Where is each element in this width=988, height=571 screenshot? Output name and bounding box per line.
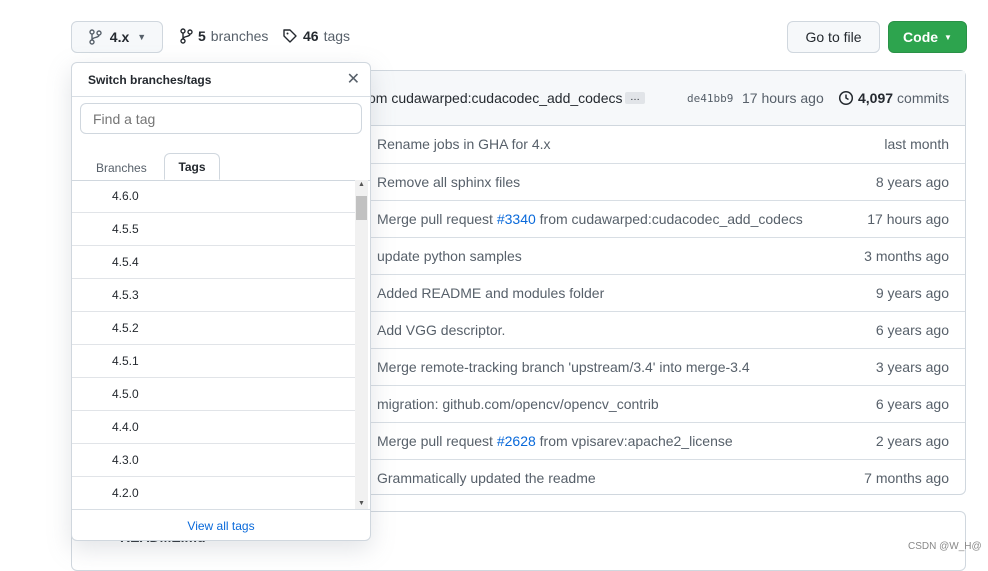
message-text: from vpisarev:apache2_license — [535, 433, 733, 449]
commit-message-link[interactable]: Merge pull request #3340 from cudawarped… — [377, 211, 803, 227]
commit-age: 6 years ago — [875, 396, 949, 412]
message-text: Grammatically updated the readme — [377, 470, 596, 486]
tag-item[interactable]: 4.3.0 — [72, 444, 355, 477]
message-text: Added README and modules folder — [377, 285, 605, 301]
tab-tags[interactable]: Tags — [164, 153, 220, 180]
message-text: Rename jobs in GHA for 4.x — [377, 136, 551, 152]
expand-commit-button[interactable]: … — [625, 92, 645, 104]
tag-item[interactable]: 4.2.0 — [72, 477, 355, 509]
branch-label: 4.x — [109, 29, 130, 45]
commit-message-link[interactable]: Merge remote-tracking branch 'upstream/3… — [377, 359, 750, 375]
tag-item[interactable]: 4.5.3 — [72, 279, 355, 312]
commit-age: 7 months ago — [864, 470, 949, 486]
code-button[interactable]: Code ▼ — [888, 21, 967, 53]
tags-link[interactable]: 46 tags — [282, 28, 350, 44]
commits-label: commits — [897, 90, 950, 106]
caret-down-icon: ▼ — [944, 32, 952, 42]
tag-item[interactable]: 4.5.0 — [72, 378, 355, 411]
branches-label: branches — [210, 28, 269, 44]
tab-branches[interactable]: Branches — [96, 161, 147, 175]
tag-item[interactable]: 4.5.5 — [72, 213, 355, 246]
commit-message-link[interactable]: Remove all sphinx files — [377, 174, 520, 190]
commit-age: 3 months ago — [864, 248, 949, 264]
code-label: Code — [903, 29, 939, 45]
message-text: Merge remote-tracking branch 'upstream/3… — [377, 359, 750, 375]
tag-item[interactable]: 4.4.0 — [72, 411, 355, 444]
commit-message[interactable]: om cudawarped:cudacodec_add_codecs — [368, 90, 623, 106]
git-branch-icon — [180, 28, 193, 44]
branch-tag-dropdown: Switch branches/tags ✕ Branches Tags 4.6… — [71, 62, 371, 541]
commit-age: 9 years ago — [875, 285, 949, 301]
message-text: Merge pull request — [377, 433, 497, 449]
git-branch-icon — [89, 29, 102, 45]
commit-message-link[interactable]: Rename jobs in GHA for 4.x — [377, 136, 551, 152]
view-all-tags-link[interactable]: View all tags — [187, 519, 254, 533]
commit-sha[interactable]: de41bb9 — [687, 92, 733, 105]
tag-item[interactable]: 4.5.4 — [72, 246, 355, 279]
pull-request-link[interactable]: #2628 — [497, 433, 536, 449]
branches-link[interactable]: 5 branches — [179, 28, 268, 44]
branches-count: 5 — [198, 28, 206, 44]
commit-age: 2 years ago — [875, 433, 949, 449]
scroll-up-arrow[interactable]: ▲ — [358, 181, 365, 188]
message-text: update python samples — [377, 248, 522, 264]
commit-age: 8 years ago — [875, 174, 949, 190]
watermark: CSDN @W_H@ — [908, 541, 982, 552]
commit-age: 6 years ago — [875, 322, 949, 338]
commits-link[interactable]: 4,097 commits — [838, 90, 949, 106]
history-icon — [838, 90, 854, 106]
caret-down-icon: ▼ — [137, 32, 147, 42]
tag-icon — [283, 29, 297, 43]
commit-message-link[interactable]: Merge pull request #2628 from vpisarev:a… — [377, 433, 733, 449]
tags-label: tags — [323, 28, 351, 44]
scrollbar-thumb[interactable] — [356, 196, 367, 220]
commit-message-link[interactable]: Added README and modules folder — [377, 285, 604, 301]
commit-age: 17 hours ago — [867, 211, 949, 227]
commit-message-link[interactable]: update python samples — [377, 248, 522, 264]
branch-select-button[interactable]: 4.x ▼ — [71, 21, 163, 53]
dropdown-title: Switch branches/tags — [88, 73, 212, 87]
commit-message-link[interactable]: migration: github.com/opencv/opencv_cont… — [377, 396, 659, 412]
commit-time: 17 hours ago — [742, 90, 824, 106]
pull-request-link[interactable]: #3340 — [497, 211, 536, 227]
message-text: Merge pull request — [377, 211, 497, 227]
tag-filter-input[interactable] — [80, 103, 362, 134]
close-icon[interactable]: ✕ — [347, 69, 360, 89]
message-text: Remove all sphinx files — [377, 174, 521, 190]
message-text: migration: github.com/opencv/opencv_cont… — [377, 396, 659, 412]
tag-item[interactable]: 4.5.1 — [72, 345, 355, 378]
commits-count: 4,097 — [858, 90, 894, 106]
commit-message-link[interactable]: Grammatically updated the readme — [377, 470, 596, 486]
go-to-file-button[interactable]: Go to file — [787, 21, 880, 53]
message-text: from cudawarped:cudacodec_add_codecs — [535, 211, 803, 227]
tags-count: 46 — [303, 28, 319, 44]
commit-message-link[interactable]: Add VGG descriptor. — [377, 322, 505, 338]
scrollbar[interactable]: ▲ ▼ — [355, 180, 368, 509]
commit-age: 3 years ago — [875, 359, 949, 375]
scroll-down-arrow[interactable]: ▼ — [358, 500, 365, 507]
commit-age: last month — [884, 136, 949, 152]
message-text: Add VGG descriptor. — [377, 322, 506, 338]
tag-item[interactable]: 4.6.0 — [72, 180, 355, 213]
tag-item[interactable]: 4.5.2 — [72, 312, 355, 345]
